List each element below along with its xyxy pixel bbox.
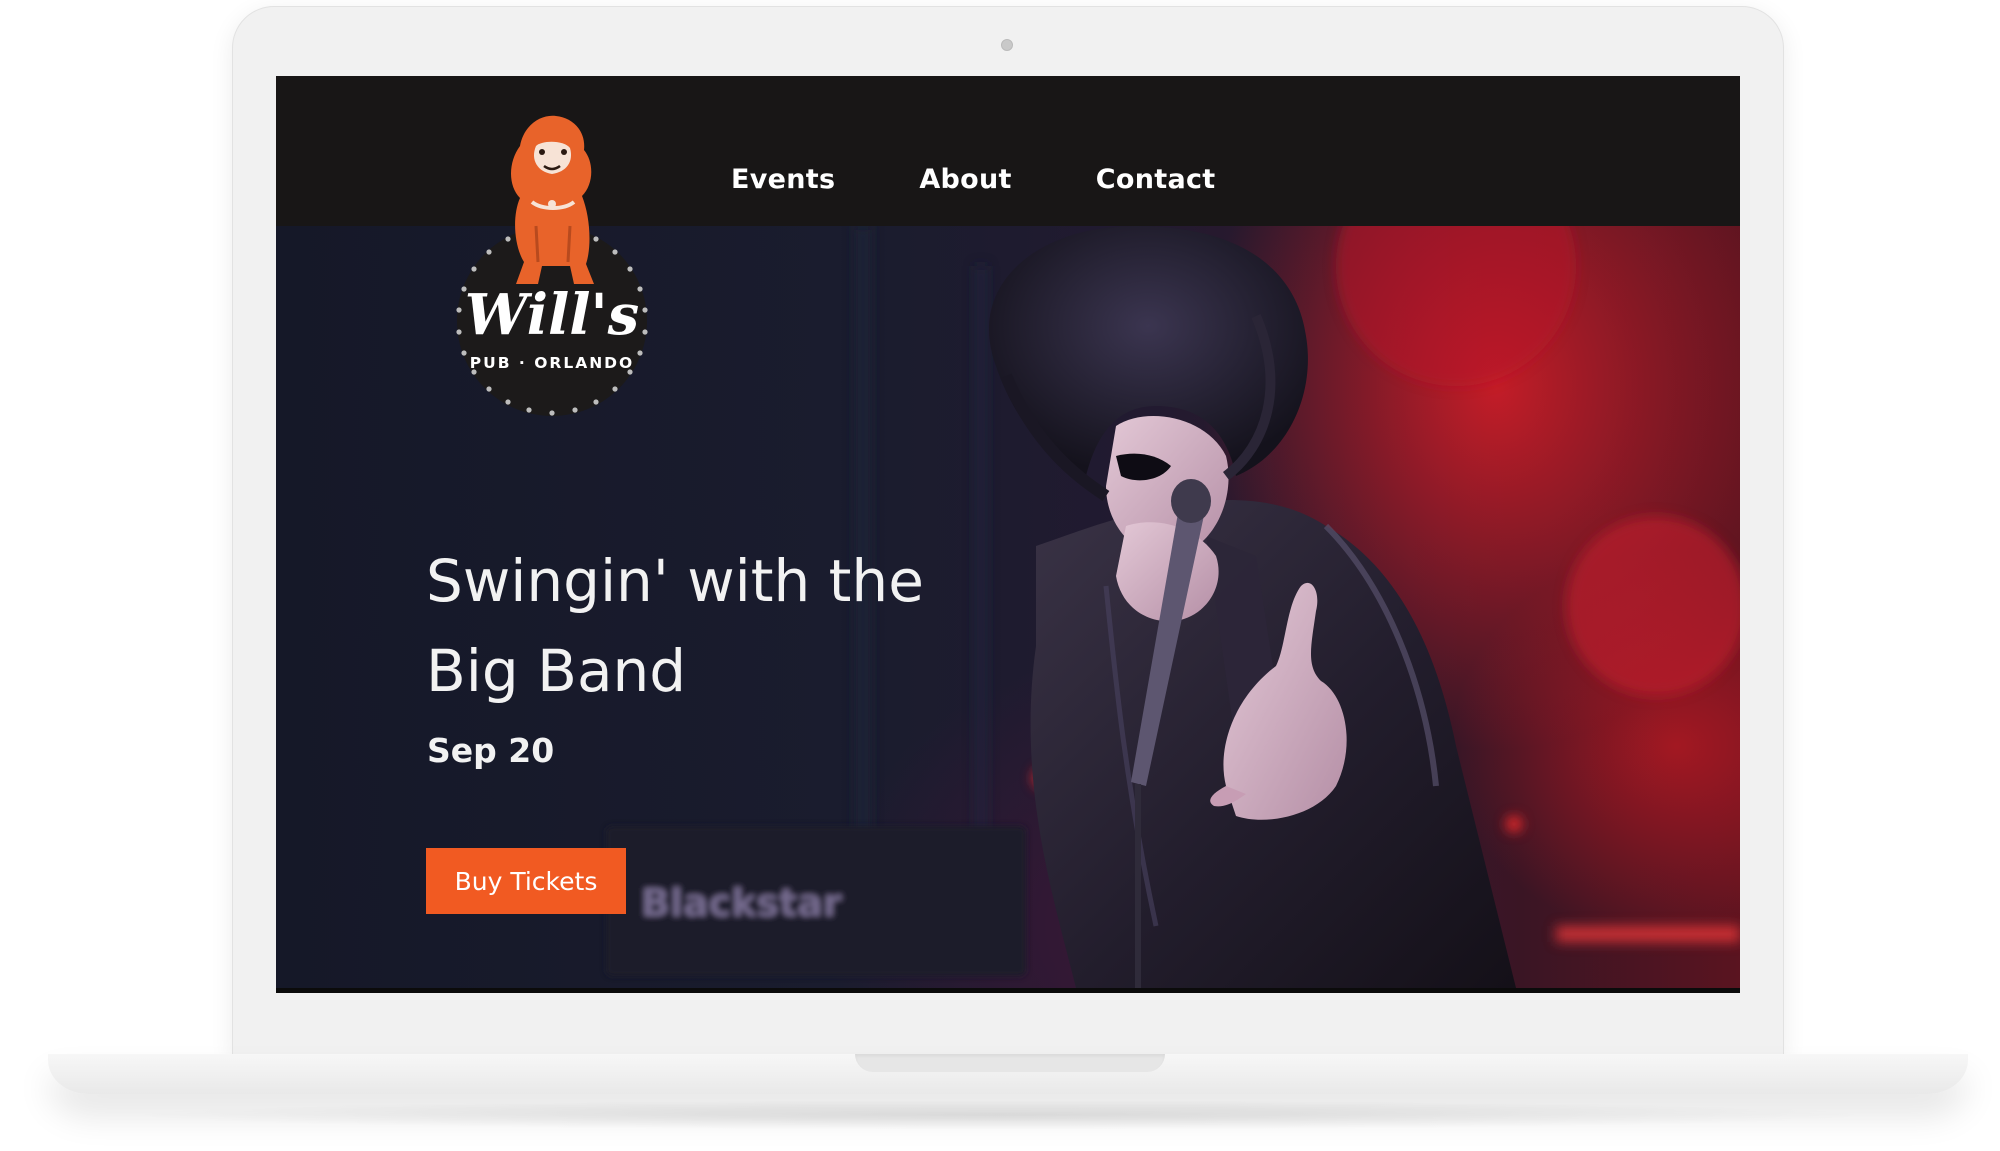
- logo-tagline: PUB · ORLANDO: [470, 354, 634, 372]
- wills-pub-logo: Will's PUB · ORLANDO: [456, 115, 648, 416]
- screen-bottom-edge: [276, 988, 1740, 993]
- floor-shadow: [120, 1100, 1880, 1130]
- amp-brand-text: Blackstar: [641, 881, 842, 925]
- nav-link-about[interactable]: About: [919, 164, 1011, 195]
- event-title: Swingin' with the Big Band: [426, 547, 924, 705]
- buy-tickets-button[interactable]: Buy Tickets: [426, 848, 626, 914]
- logo-wordmark: Will's: [465, 282, 639, 348]
- event-date: Sep 20: [427, 731, 555, 770]
- bulldog-icon: [511, 115, 594, 284]
- main-nav: Events About Contact: [731, 164, 1216, 195]
- browser-screen: Events About Contact Blackstar Will's PU…: [276, 76, 1740, 993]
- nav-link-events[interactable]: Events: [731, 164, 835, 195]
- laptop-notch: [855, 1054, 1165, 1072]
- amp-shape: Blackstar: [606, 826, 1026, 976]
- nav-link-contact[interactable]: Contact: [1096, 164, 1216, 195]
- camera-icon: [1001, 39, 1013, 51]
- laptop-mockup: Events About Contact Blackstar Will's PU…: [0, 0, 2000, 1151]
